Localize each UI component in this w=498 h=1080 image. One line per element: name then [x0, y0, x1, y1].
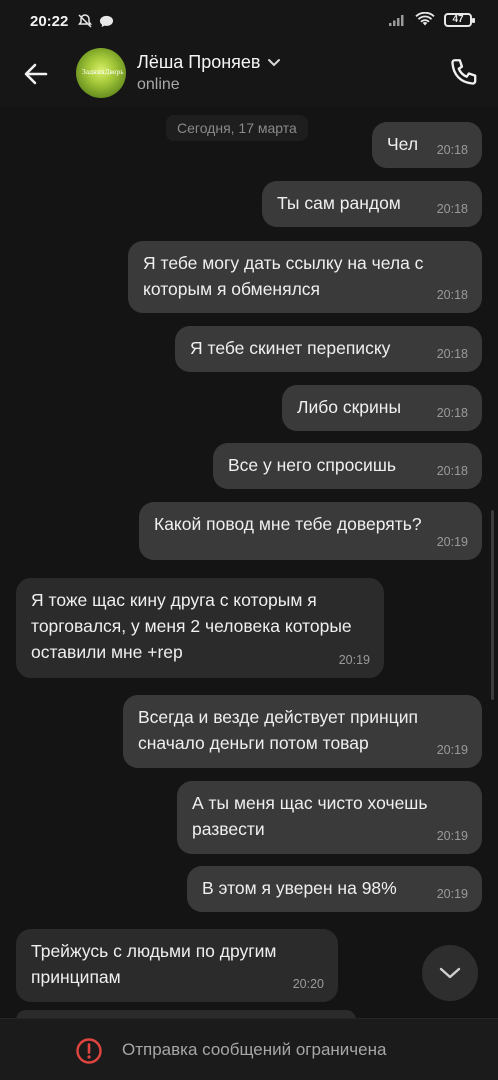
message-bubble[interactable]: Я тебе могу дать ссылку на чела с которы…: [128, 241, 482, 313]
signal-icon: [389, 14, 404, 26]
message-time: 20:18: [436, 464, 468, 478]
message-text: Ты сам рандом: [277, 193, 401, 213]
scrollbar[interactable]: [491, 510, 494, 700]
message-text: Я тоже щас кину друга с которым я торгов…: [31, 590, 352, 662]
message-text: Я тебе скинет переписку: [190, 338, 391, 358]
message-bubble[interactable]: Чел 20:18: [372, 122, 482, 168]
message-time: 20:18: [436, 143, 468, 157]
message-bubble[interactable]: Ты сам рандом 20:18: [262, 181, 482, 227]
message-text: Трейжусь с людьми по другим принципам: [31, 941, 277, 987]
message-bubble[interactable]: Я тебе скинет переписку 20:18: [175, 326, 482, 372]
message-time: 20:18: [436, 406, 468, 420]
message-time: 20:19: [436, 743, 468, 757]
chat-header: ЗадняяДверь Лёша Проняев online: [0, 44, 498, 106]
message-bubble[interactable]: Я тоже щас кину друга с которым я торгов…: [16, 578, 384, 678]
message-text: Всегда и везде действует принцип сначало…: [138, 707, 418, 753]
status-bar: 20:22 47: [0, 0, 498, 44]
message-text: Я тебе могу дать ссылку на чела с которы…: [143, 253, 424, 299]
message-time: 20:19: [436, 887, 468, 901]
message-time: 20:19: [436, 535, 468, 549]
message-bubble[interactable]: Все у него спросишь 20:18: [213, 443, 482, 489]
chat-bubble-icon: [99, 15, 114, 27]
message-bubble[interactable]: Либо скрины 20:18: [282, 385, 482, 431]
message-time: 20:20: [292, 977, 324, 991]
status-time: 20:22: [30, 13, 69, 30]
message-time: 20:18: [436, 288, 468, 302]
chevron-down-icon: [267, 58, 280, 66]
battery-indicator: 47: [444, 12, 475, 27]
arrow-left-icon[interactable]: [20, 58, 52, 90]
phone-icon[interactable]: [446, 56, 480, 90]
message-text: Какой повод мне тебе доверять?: [154, 514, 422, 534]
restriction-text: Отправка сообщений ограничена: [122, 1040, 387, 1059]
composer-restricted-bar: Отправка сообщений ограничена: [0, 1018, 498, 1080]
date-separator: Сегодня, 17 марта: [166, 115, 308, 141]
scroll-to-bottom-button[interactable]: [422, 945, 478, 1001]
wifi-icon: [415, 12, 435, 26]
contact-name-button[interactable]: Лёша Проняев: [137, 52, 281, 73]
message-bubble[interactable]: В этом я уверен на 98% 20:19: [187, 866, 482, 912]
message-text: А ты меня щас чисто хочешь развести: [192, 793, 428, 839]
message-text: В этом я уверен на 98%: [202, 878, 397, 898]
contact-name: Лёша Проняев: [137, 52, 261, 72]
message-time: 20:18: [436, 202, 468, 216]
message-time: 20:19: [436, 829, 468, 843]
message-text: Все у него спросишь: [228, 455, 396, 475]
message-text: Чел: [387, 134, 419, 154]
message-time: 20:19: [338, 653, 370, 667]
presence-status: online: [137, 76, 180, 93]
alert-circle-icon: [76, 1038, 102, 1064]
message-time: 20:18: [436, 347, 468, 361]
avatar[interactable]: ЗадняяДверь: [76, 48, 126, 98]
battery-level: 47: [452, 14, 464, 25]
message-bubble[interactable]: Трейжусь с людьми по другим принципам 20…: [16, 929, 338, 1002]
message-bubble[interactable]: А ты меня щас чисто хочешь развести 20:1…: [177, 781, 482, 854]
message-text: Либо скрины: [297, 397, 402, 417]
message-bubble[interactable]: Всегда и везде действует принцип сначало…: [123, 695, 482, 768]
chevron-down-icon: [439, 967, 461, 979]
message-bubble[interactable]: Какой повод мне тебе доверять? 20:19: [139, 502, 482, 560]
notifications-muted-icon: [78, 14, 92, 28]
